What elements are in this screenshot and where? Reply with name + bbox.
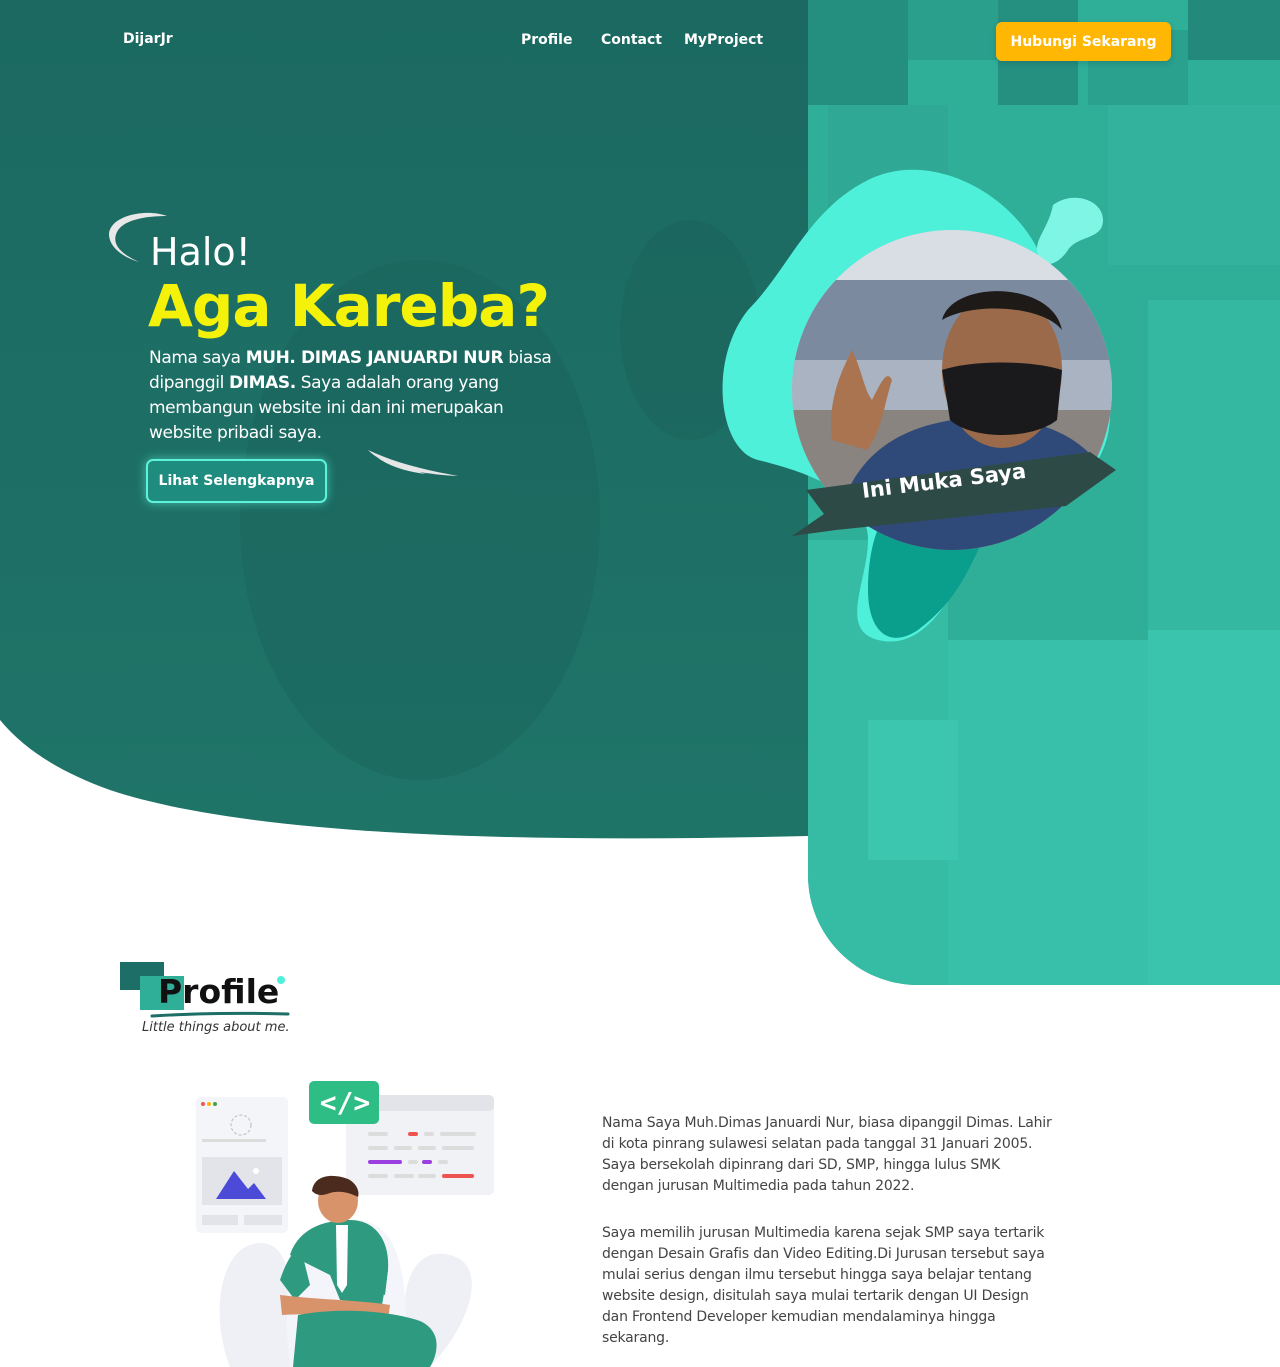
hero-greeting: Halo!	[150, 230, 251, 274]
hero-nickname: DIMAS.	[228, 373, 296, 393]
profile-title: Profile	[158, 972, 280, 1011]
profile-subtitle: Little things about me.	[142, 1020, 290, 1035]
profile-title-underline	[150, 1011, 290, 1018]
see-more-button[interactable]: Lihat Selengkapnya	[146, 459, 327, 503]
swoosh-icon	[368, 450, 458, 476]
hero-title: Aga Kareba?	[148, 272, 550, 340]
contact-now-button[interactable]: Hubungi Sekarang	[996, 22, 1171, 61]
hero-description: Nama saya MUH. DIMAS JANUARDI NUR biasa …	[149, 348, 552, 443]
code-badge: </>	[319, 1086, 371, 1119]
nav-link-profile[interactable]: Profile	[521, 32, 572, 48]
nav-link-myproject[interactable]: MyProject	[684, 32, 763, 48]
photo-caption-ribbon	[792, 452, 1116, 536]
site-logo[interactable]: DijarJr	[123, 31, 173, 47]
hero-name: MUH. DIMAS JANUARDI NUR	[245, 348, 504, 368]
profile-paragraph-2: Saya memilih jurusan Multimedia karena s…	[602, 1225, 1045, 1346]
profile-paragraph-1: Nama Saya Muh.Dimas Januardi Nur, biasa …	[602, 1115, 1052, 1194]
nav-link-contact[interactable]: Contact	[601, 32, 662, 48]
